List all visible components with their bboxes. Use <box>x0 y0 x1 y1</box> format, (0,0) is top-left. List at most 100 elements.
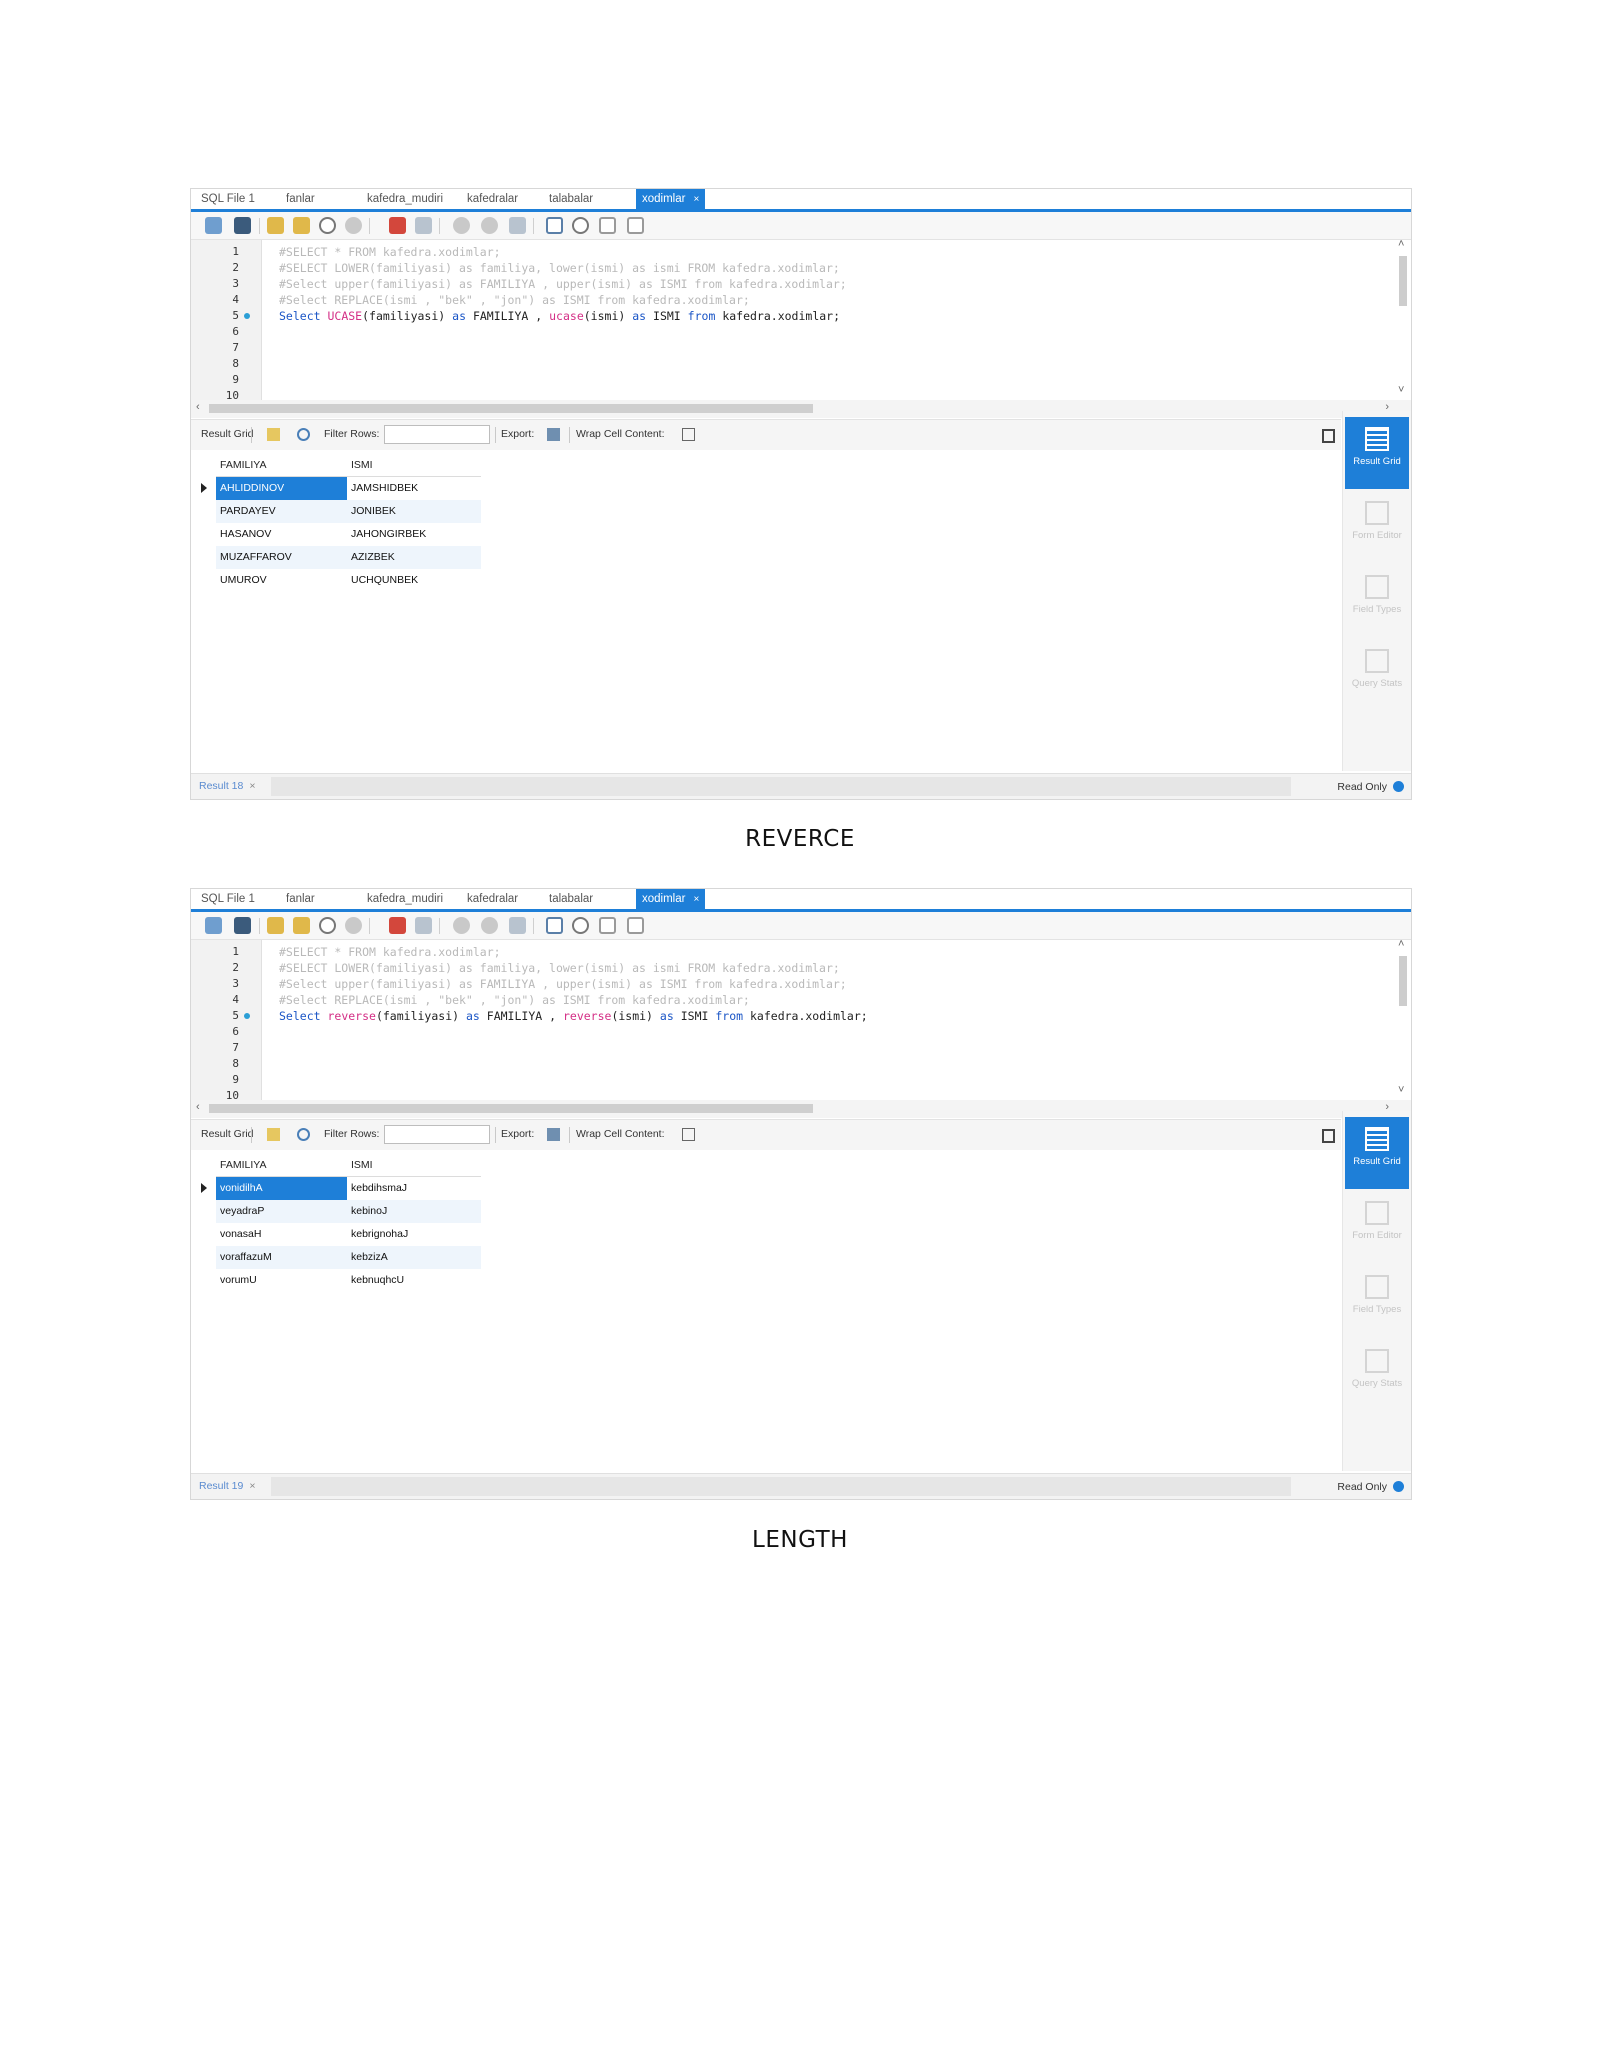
wrap-cell-icon[interactable] <box>682 428 695 441</box>
grid-cell[interactable]: vonidilhA <box>216 1177 347 1200</box>
editor-vertical-scrollbar[interactable]: ˄ ˅ <box>1395 238 1411 400</box>
result-grid-button[interactable]: Result Grid <box>1345 1117 1409 1189</box>
result-tab[interactable]: Result 19 × <box>199 1480 256 1492</box>
grid-cell[interactable]: AZIZBEK <box>347 546 481 569</box>
table-row[interactable]: vonasaH kebrignohaJ <box>196 1223 486 1246</box>
find-icon[interactable] <box>572 217 589 234</box>
explain-icon[interactable] <box>319 917 336 934</box>
execute-current-icon[interactable] <box>293 217 310 234</box>
tab-xodimlar[interactable]: xodimlar × <box>636 889 706 909</box>
toggle-error-icon[interactable] <box>389 217 406 234</box>
open-file-icon[interactable] <box>205 917 222 934</box>
table-row[interactable]: vorumU kebnuqhcU <box>196 1269 486 1292</box>
execute-icon[interactable] <box>267 217 284 234</box>
beautify-icon[interactable] <box>546 217 563 234</box>
grid-cell[interactable]: JAHONGIRBEK <box>347 523 481 546</box>
auto-commit-icon[interactable] <box>509 917 526 934</box>
grid-cell[interactable]: vonasaH <box>216 1223 347 1246</box>
column-header[interactable]: ISMI <box>347 454 481 477</box>
result-grid-button[interactable]: Result Grid <box>1345 417 1409 489</box>
grid-cell[interactable]: kebnuqhcU <box>347 1269 481 1292</box>
tab-sql-file-1[interactable]: SQL File 1 <box>195 189 261 209</box>
scroll-up-icon[interactable]: ˄ <box>1398 938 1404 950</box>
column-header[interactable]: ISMI <box>347 1154 481 1177</box>
scroll-thumb[interactable] <box>1399 256 1407 306</box>
invisible-chars-icon[interactable] <box>599 917 616 934</box>
explain-icon[interactable] <box>319 217 336 234</box>
grid-cell[interactable]: JAMSHIDBEK <box>347 477 481 500</box>
commit-icon[interactable] <box>453 217 470 234</box>
rollback-icon[interactable] <box>481 917 498 934</box>
export-icon[interactable] <box>547 1128 560 1141</box>
tab-kafedralar[interactable]: kafedralar <box>461 189 524 209</box>
editor-horizontal-scrollbar[interactable]: ‹ › <box>191 400 1411 418</box>
table-row[interactable]: HASANOV JAHONGIRBEK <box>196 523 486 546</box>
tab-sql-file-1[interactable]: SQL File 1 <box>195 889 261 909</box>
column-header[interactable]: FAMILIYA <box>216 1154 347 1177</box>
grid-cell[interactable]: HASANOV <box>216 523 347 546</box>
beautify-icon[interactable] <box>546 917 563 934</box>
toggle-panel-icon[interactable] <box>1322 429 1335 443</box>
info-icon[interactable] <box>1393 781 1404 792</box>
filter-rows-input[interactable] <box>384 425 490 444</box>
output-icon[interactable] <box>415 917 432 934</box>
table-row[interactable]: vonidilhA kebdihsmaJ <box>196 1177 486 1200</box>
grid-cell[interactable]: kebzizA <box>347 1246 481 1269</box>
sql-editor[interactable]: 1 2 3 4 5 6 7 8 9 10 #SELECT * FROM kafe… <box>191 938 1411 1102</box>
scroll-up-icon[interactable]: ˄ <box>1398 238 1404 250</box>
tab-kafedralar[interactable]: kafedralar <box>461 889 524 909</box>
toggle-panel-icon[interactable] <box>1322 1129 1335 1143</box>
grid-cell[interactable]: vorumU <box>216 1269 347 1292</box>
save-icon[interactable] <box>234 917 251 934</box>
grid-cell[interactable]: kebrignohaJ <box>347 1223 481 1246</box>
tab-kafedra-mudiri[interactable]: kafedra_mudiri <box>361 189 449 209</box>
scroll-thumb[interactable] <box>209 404 813 413</box>
tab-kafedra-mudiri[interactable]: kafedra_mudiri <box>361 889 449 909</box>
close-result-icon[interactable]: × <box>249 780 255 792</box>
close-result-icon[interactable]: × <box>249 1480 255 1492</box>
execute-icon[interactable] <box>267 917 284 934</box>
execute-current-icon[interactable] <box>293 917 310 934</box>
find-icon[interactable] <box>572 917 589 934</box>
stop-icon[interactable] <box>345 217 362 234</box>
auto-commit-icon[interactable] <box>509 217 526 234</box>
table-row[interactable]: PARDAYEV JONIBEK <box>196 500 486 523</box>
editor-vertical-scrollbar[interactable]: ˄ ˅ <box>1395 938 1411 1100</box>
grid-view-icon[interactable] <box>267 1128 280 1141</box>
grid-cell[interactable]: AHLIDDINOV <box>216 477 347 500</box>
scroll-down-icon[interactable]: ˅ <box>1398 384 1404 396</box>
table-row[interactable]: AHLIDDINOV JAMSHIDBEK <box>196 477 486 500</box>
tab-fanlar[interactable]: fanlar <box>280 189 321 209</box>
scroll-thumb[interactable] <box>209 1104 813 1113</box>
close-tab-icon[interactable]: × <box>693 194 699 205</box>
form-editor-button[interactable]: Form Editor <box>1345 491 1409 563</box>
stop-icon[interactable] <box>345 917 362 934</box>
wrap-lines-icon[interactable] <box>627 217 644 234</box>
sql-editor[interactable]: 1 2 3 4 5 6 7 8 9 10 #SELECT * FROM kafe… <box>191 238 1411 402</box>
tab-xodimlar[interactable]: xodimlar × <box>636 189 706 209</box>
filter-rows-input[interactable] <box>384 1125 490 1144</box>
grid-cell[interactable]: veyadraP <box>216 1200 347 1223</box>
table-row[interactable]: veyadraP kebinoJ <box>196 1200 486 1223</box>
field-types-button[interactable]: Field Types <box>1345 565 1409 637</box>
grid-cell[interactable]: kebinoJ <box>347 1200 481 1223</box>
toggle-error-icon[interactable] <box>389 917 406 934</box>
grid-cell[interactable]: voraffazuM <box>216 1246 347 1269</box>
result-tab[interactable]: Result 18 × <box>199 780 256 792</box>
table-row[interactable]: MUZAFFAROV AZIZBEK <box>196 546 486 569</box>
wrap-lines-icon[interactable] <box>627 917 644 934</box>
grid-cell[interactable]: JONIBEK <box>347 500 481 523</box>
table-row[interactable]: voraffazuM kebzizA <box>196 1246 486 1269</box>
output-icon[interactable] <box>415 217 432 234</box>
grid-cell[interactable]: PARDAYEV <box>216 500 347 523</box>
grid-cell[interactable]: MUZAFFAROV <box>216 546 347 569</box>
query-stats-button[interactable]: Query Stats <box>1345 639 1409 711</box>
grid-cell[interactable]: UMUROV <box>216 569 347 592</box>
grid-cell[interactable]: kebdihsmaJ <box>347 1177 481 1200</box>
close-tab-icon[interactable]: × <box>693 894 699 905</box>
form-editor-button[interactable]: Form Editor <box>1345 1191 1409 1263</box>
column-header[interactable]: FAMILIYA <box>216 454 347 477</box>
query-stats-button[interactable]: Query Stats <box>1345 1339 1409 1411</box>
scroll-down-icon[interactable]: ˅ <box>1398 1084 1404 1096</box>
scroll-left-icon[interactable]: ‹ <box>196 401 200 413</box>
